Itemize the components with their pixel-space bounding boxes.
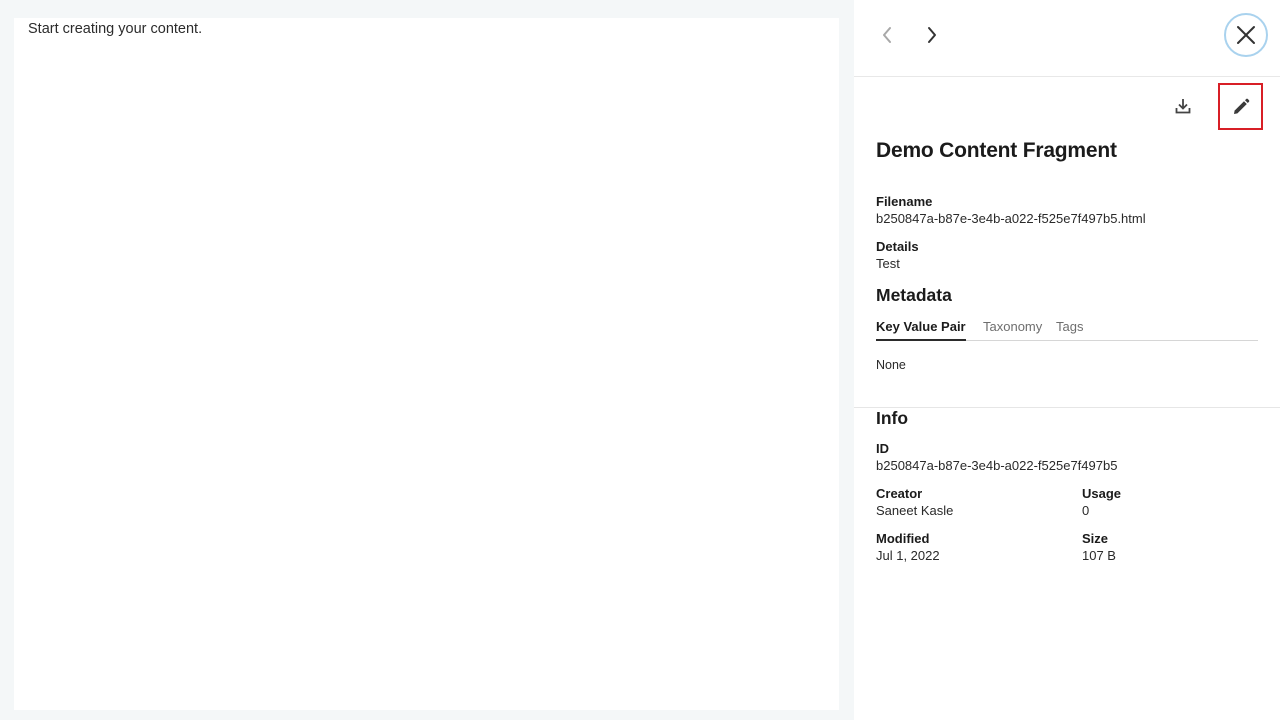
- usage-label: Usage: [1082, 486, 1122, 501]
- details-value: Test: [876, 256, 900, 271]
- tab-taxonomy[interactable]: Taxonomy: [983, 319, 1042, 339]
- metadata-tabs: Key Value Pair Taxonomy Tags: [876, 318, 1258, 341]
- asset-details-panel: Demo Content Fragment Filename b250847a-…: [854, 0, 1280, 720]
- creator-value: Saneet Kasle: [876, 503, 954, 518]
- previous-asset-button[interactable]: [875, 22, 899, 48]
- modified-value: Jul 1, 2022: [876, 548, 940, 563]
- filename-label: Filename: [876, 194, 933, 209]
- panel-navigation-bar: [854, 0, 1280, 77]
- size-label: Size: [1082, 531, 1109, 546]
- next-asset-button[interactable]: [920, 22, 944, 48]
- close-icon: [1237, 26, 1255, 44]
- download-icon: [1175, 99, 1191, 114]
- preview-placeholder-text: Start creating your content.: [28, 21, 203, 37]
- pencil-icon: [1233, 98, 1249, 114]
- id-value: b250847a-b87e-3e4b-a022-f525e7f497b5: [876, 458, 1118, 473]
- tab-key-value-pair[interactable]: Key Value Pair: [876, 319, 966, 341]
- download-button[interactable]: [1170, 93, 1196, 119]
- details-label: Details: [876, 239, 919, 254]
- asset-title: Demo Content Fragment: [876, 139, 1117, 162]
- content-preview-pane: Start creating your content.: [14, 18, 839, 710]
- tab-tags[interactable]: Tags: [1056, 319, 1083, 339]
- metadata-content: None: [876, 358, 906, 372]
- info-heading: Info: [876, 408, 909, 428]
- usage-value: 0: [1082, 503, 1090, 518]
- id-label: ID: [876, 441, 889, 456]
- size-value: 107 B: [1082, 548, 1116, 563]
- chevron-left-icon: [883, 27, 891, 43]
- chevron-right-icon: [928, 27, 936, 43]
- metadata-heading: Metadata: [876, 285, 952, 305]
- section-divider: [854, 407, 1280, 408]
- close-panel-button[interactable]: [1224, 13, 1268, 57]
- modified-label: Modified: [876, 531, 930, 546]
- edit-button[interactable]: [1218, 83, 1263, 130]
- filename-value: b250847a-b87e-3e4b-a022-f525e7f497b5.htm…: [876, 211, 1146, 226]
- creator-label: Creator: [876, 486, 923, 501]
